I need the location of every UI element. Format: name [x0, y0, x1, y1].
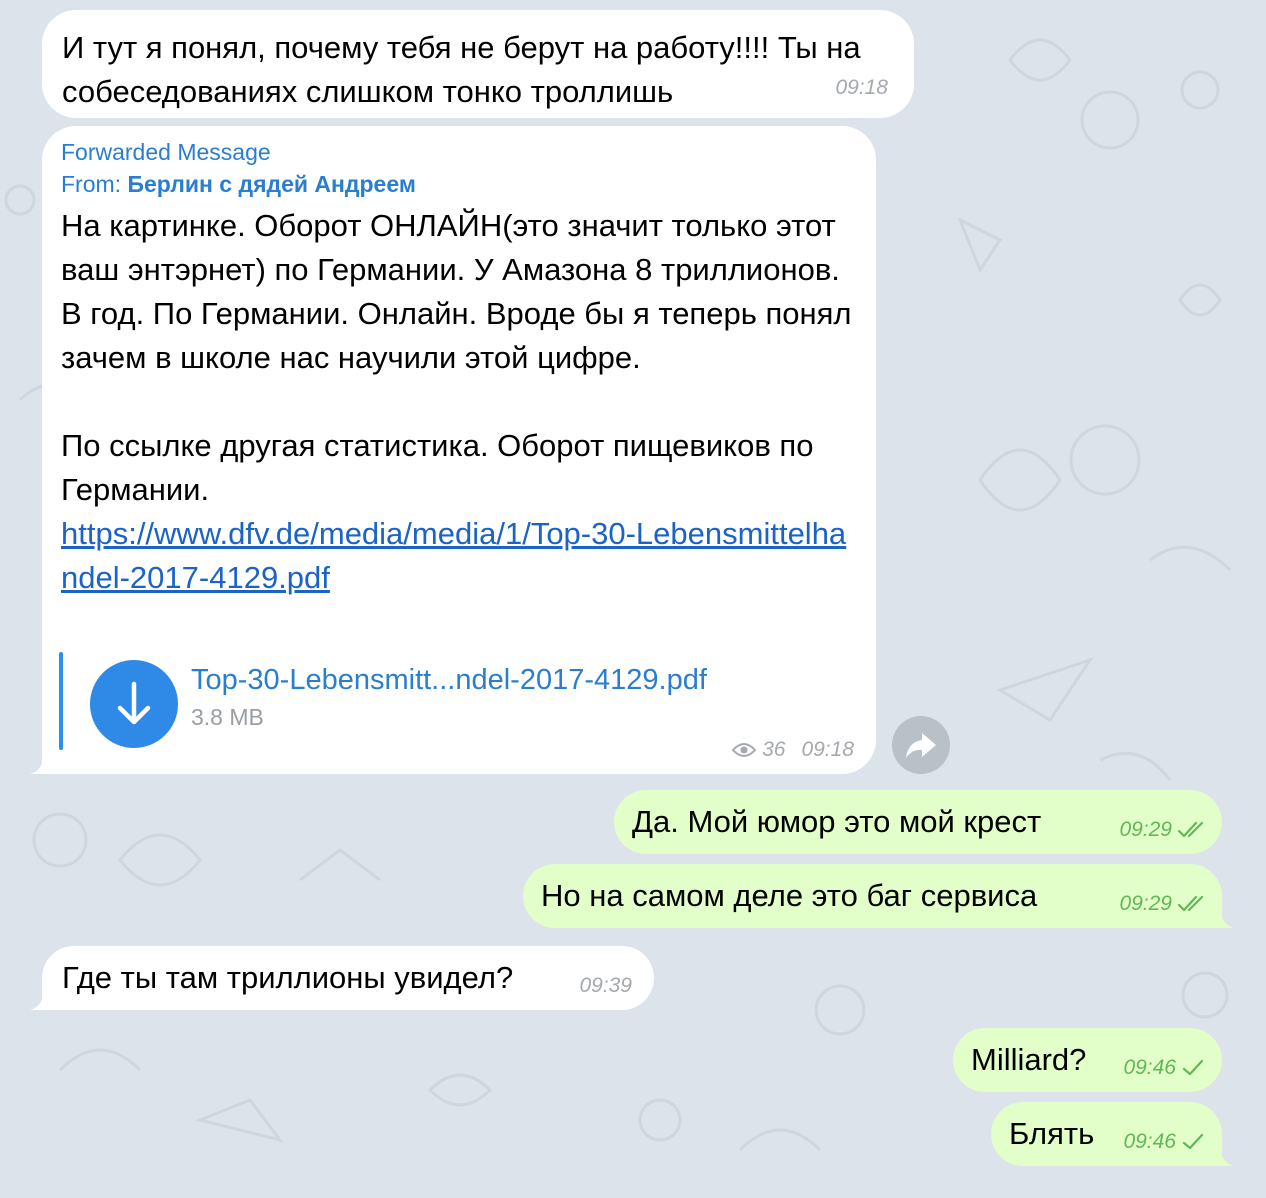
outgoing-message[interactable]: Да. Мой юмор это мой крест 09:29 — [614, 790, 1222, 854]
message-meta: 09:29 — [1119, 892, 1208, 916]
message-time: 09:18 — [835, 76, 888, 99]
message-text-secondary: По ссылке другая статистика. Оборот пище… — [61, 428, 814, 507]
message-meta: 09:46 — [1123, 1130, 1204, 1154]
bubble-tail — [30, 752, 52, 774]
bubble-tail — [30, 988, 52, 1010]
message-time: 09:29 — [1119, 818, 1172, 841]
file-name[interactable]: Top-30-Lebensmitt...ndel-2017-4129.pdf — [191, 662, 707, 698]
message-meta: 09:46 — [1123, 1056, 1204, 1080]
message-text: И тут я понял, почему тебя не берут на р… — [62, 30, 861, 109]
message-meta: 09:39 — [579, 974, 632, 998]
message-meta: 09:29 — [1119, 818, 1208, 842]
forwarded-message[interactable]: Forwarded Message From: Берлин с дядей А… — [30, 126, 876, 774]
incoming-message[interactable]: И тут я понял, почему тебя не берут на р… — [42, 10, 914, 118]
file-quote-bar — [59, 652, 63, 750]
incoming-message[interactable]: Где ты там триллионы увидел? 09:39 — [30, 946, 654, 1010]
message-text: На картинке. Оборот ОНЛАЙН(это значит то… — [61, 208, 852, 375]
message-time: 09:29 — [1119, 892, 1172, 915]
share-arrow-icon — [906, 733, 936, 758]
message-text: Milliard? — [971, 1042, 1087, 1077]
message-time: 09:18 — [801, 738, 854, 761]
message-time: 09:46 — [1123, 1056, 1176, 1079]
file-attachment[interactable]: Top-30-Lebensmitt...ndel-2017-4129.pdf 3… — [59, 648, 799, 750]
message-text: Блять — [1009, 1116, 1095, 1151]
file-size: 3.8 MB — [191, 704, 264, 730]
bubble-tail — [1212, 906, 1234, 928]
message-text: Но на самом деле это баг сервиса — [541, 878, 1038, 913]
message-text: Где ты там триллионы увидел? — [62, 960, 514, 995]
eye-icon — [732, 743, 757, 757]
bubble-tail — [1212, 1144, 1234, 1166]
outgoing-message[interactable]: Блять 09:46 — [991, 1102, 1234, 1166]
check-icon — [1182, 1059, 1204, 1076]
message-link[interactable]: https://www.dfv.de/media/media/1/Top-30-… — [61, 512, 859, 600]
message-text: Да. Мой юмор это мой крест — [632, 804, 1042, 839]
download-arrow-icon — [117, 681, 151, 725]
outgoing-message[interactable]: Milliard? 09:46 — [953, 1028, 1222, 1092]
message-meta: 09:18 — [835, 76, 888, 100]
forwarded-from-name[interactable]: Берлин с дядей Андреем — [127, 171, 415, 197]
message-meta: 36 09:18 — [732, 738, 854, 762]
view-count: 36 — [762, 738, 786, 761]
download-button[interactable] — [90, 660, 178, 748]
forwarded-title: Forwarded Message — [61, 139, 271, 165]
forwarded-from-label: From: — [61, 171, 122, 197]
message-time: 09:39 — [579, 974, 632, 997]
check-icon — [1182, 1133, 1204, 1150]
message-time: 09:46 — [1123, 1130, 1176, 1153]
chat-view: И тут я понял, почему тебя не берут на р… — [0, 0, 1266, 1198]
double-check-icon — [1178, 821, 1204, 838]
outgoing-message[interactable]: Но на самом деле это баг сервиса 09:29 — [523, 864, 1234, 928]
double-check-icon — [1178, 895, 1204, 912]
forwarded-from[interactable]: From: Берлин с дядей Андреем — [61, 168, 859, 200]
share-button[interactable] — [892, 716, 950, 774]
